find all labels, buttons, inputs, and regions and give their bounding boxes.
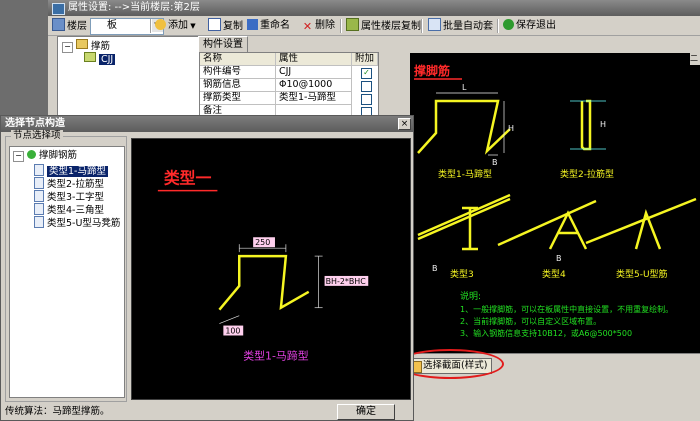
page-icon [34, 203, 44, 215]
add-button[interactable]: 添加 ▼ [155, 18, 196, 34]
type2-diagram [580, 99, 592, 151]
grid-row-name: 钢筋信息 [200, 79, 276, 92]
attach-checkbox[interactable] [361, 81, 372, 92]
close-button[interactable]: × [398, 118, 411, 130]
horseshoe-rebar [218, 254, 310, 311]
save-icon [503, 19, 514, 30]
label-b: B [492, 158, 498, 167]
node-construct-dialog: 选择节点构造 × 节点选择项 − 撑脚钢筋 类型1-马蹄型 类型2-拉筋型 类型3… [0, 115, 414, 421]
dialog-title: 选择节点构造 [1, 116, 413, 132]
grid-header-attach: 附加 [352, 53, 378, 66]
note-line-2: 2、当前撑脚筋，可以自定义区域布置。 [460, 316, 601, 326]
tree-item-type2[interactable]: 类型2-拉筋型 [34, 177, 104, 190]
toolbar-separator [150, 19, 152, 33]
floor-copy-icon [346, 18, 359, 31]
batch-icon [428, 18, 441, 31]
diagram-caption: 类型1-马蹄型 [243, 348, 308, 362]
page-icon [34, 177, 44, 189]
label-h: H [600, 120, 606, 129]
grid-header-name: 名称 [200, 53, 276, 66]
caption-type5: 类型5-U型筋 [616, 268, 668, 280]
floor-type-select[interactable]: 板 ▼ [90, 18, 164, 35]
tree-item-type3[interactable]: 类型3-工字型 [34, 190, 104, 203]
delete-icon: ✕ [302, 20, 313, 33]
attach-checkbox[interactable]: ✓ [361, 68, 372, 79]
group-label: 节点选择项 [11, 130, 63, 142]
folder-icon [76, 39, 88, 49]
component-tree: − 撑筋 CJJ [57, 36, 202, 126]
toolbar: 楼层 板 ▼ 添加 ▼ 复制 重命名 ✕删除 属性楼层复制 批量自动套 保存退出 [48, 16, 700, 36]
copy-icon [208, 18, 221, 31]
grid-row-value[interactable]: Φ10@1000 [276, 79, 352, 92]
preview-canvas: 撑脚筋 L H B 类型1-马蹄型 H 类型2-拉筋型 B 类型3 B 类型4 … [410, 53, 700, 353]
label-b: B [432, 264, 438, 273]
grid-row-name: 构件编号 [200, 66, 276, 79]
dim-top-label: 250 [255, 238, 270, 247]
delete-button[interactable]: ✕ 删除 [302, 18, 335, 34]
label-h: H [508, 124, 514, 133]
ok-button[interactable]: 确定 [337, 404, 395, 420]
type-heading: 类型一 [164, 169, 212, 188]
type1-diagram [417, 99, 511, 155]
collapse-icon[interactable]: − [62, 42, 73, 53]
tab-strip: 构件设置 [198, 36, 438, 53]
collapse-icon[interactable]: − [13, 151, 24, 162]
notes-title: 说明: [460, 290, 481, 302]
floors-icon [52, 18, 65, 31]
dim-side-label: BH-2*BHC [326, 277, 367, 286]
floor-type-value: 板 [107, 20, 117, 31]
type4-diagram [497, 199, 597, 250]
page-icon [34, 216, 44, 228]
floor-button[interactable]: 楼层 [52, 18, 87, 34]
type5-diagram [585, 197, 697, 250]
window-title: 属性设置: -->当前楼层:第2层 [68, 2, 200, 13]
grid-header-value: 属性 [276, 53, 352, 66]
caption-type4: 类型4 [542, 268, 566, 280]
tree-item-type5[interactable]: 类型5-U型马凳筋 [34, 216, 120, 229]
tree-root-item[interactable]: − 撑筋 [62, 39, 110, 53]
tree-item-type1[interactable]: 类型1-马蹄型 [34, 164, 108, 177]
tree-item-type4[interactable]: 类型4-三角型 [34, 203, 104, 216]
grid-row-value[interactable]: CJJ [276, 66, 352, 79]
note-line-1: 1、一般撑脚筋，可以在板属性中直接设置，不用重复绘制。 [460, 304, 673, 314]
caption-type3: 类型3 [450, 268, 474, 280]
green-node-icon [27, 150, 36, 159]
preview-title: 撑脚筋 [414, 63, 450, 78]
property-grid: 名称 属性 附加 构件编号 CJJ ✓ 钢筋信息 Φ10@1000 撑筋类型 类… [199, 52, 379, 122]
copy-button[interactable]: 复制 [208, 18, 243, 34]
caption-type2: 类型2-拉筋型 [560, 168, 614, 180]
tree-root-item[interactable]: − 撑脚钢筋 [13, 150, 77, 162]
page-icon [34, 164, 44, 176]
app-icon [52, 3, 65, 15]
grid-row-name: 撑筋类型 [200, 92, 276, 105]
tab-component-settings[interactable]: 构件设置 [198, 36, 248, 53]
batch-apply-button[interactable]: 批量自动套 [428, 18, 493, 34]
status-text: 传统算法：马蹄型撑筋。 [5, 406, 110, 417]
tab-2d-view[interactable]: 二维 [690, 53, 700, 65]
toolbar-separator [497, 19, 499, 33]
tree-item-cjj[interactable]: CJJ [84, 52, 116, 65]
chevron-down-icon: ▼ [188, 22, 196, 30]
label-l: L [462, 83, 467, 92]
close-icon: × [400, 119, 409, 129]
component-icon [84, 52, 96, 62]
rename-button[interactable]: 重命名 [247, 18, 290, 34]
caption-type1: 类型1-马蹄型 [438, 168, 492, 180]
type3-diagram [417, 193, 511, 251]
dim-bottom-label: 100 [225, 327, 240, 336]
toolbar-separator [421, 19, 423, 33]
label-b: B [556, 254, 562, 263]
save-exit-button[interactable]: 保存退出 [503, 18, 556, 34]
page-icon [34, 190, 44, 202]
rename-icon [247, 19, 258, 30]
note-line-3: 3、输入钢筋信息支持10B12，或A6@500*500 [460, 328, 632, 338]
node-preview-canvas: 类型一 250 BH-2*BHC 100 类型1-马蹄型 [131, 138, 411, 400]
grid-row-value[interactable]: 类型1-马蹄型 [276, 92, 352, 105]
add-icon [155, 19, 166, 30]
window-titlebar: 属性设置: -->当前楼层:第2层 [48, 0, 700, 16]
floor-copy-button[interactable]: 属性楼层复制 [346, 18, 421, 34]
attach-checkbox[interactable] [361, 94, 372, 105]
toolbar-separator [340, 19, 342, 33]
node-tree: − 撑脚钢筋 类型1-马蹄型 类型2-拉筋型 类型3-工字型 类型4-三角型 类型… [9, 146, 125, 398]
